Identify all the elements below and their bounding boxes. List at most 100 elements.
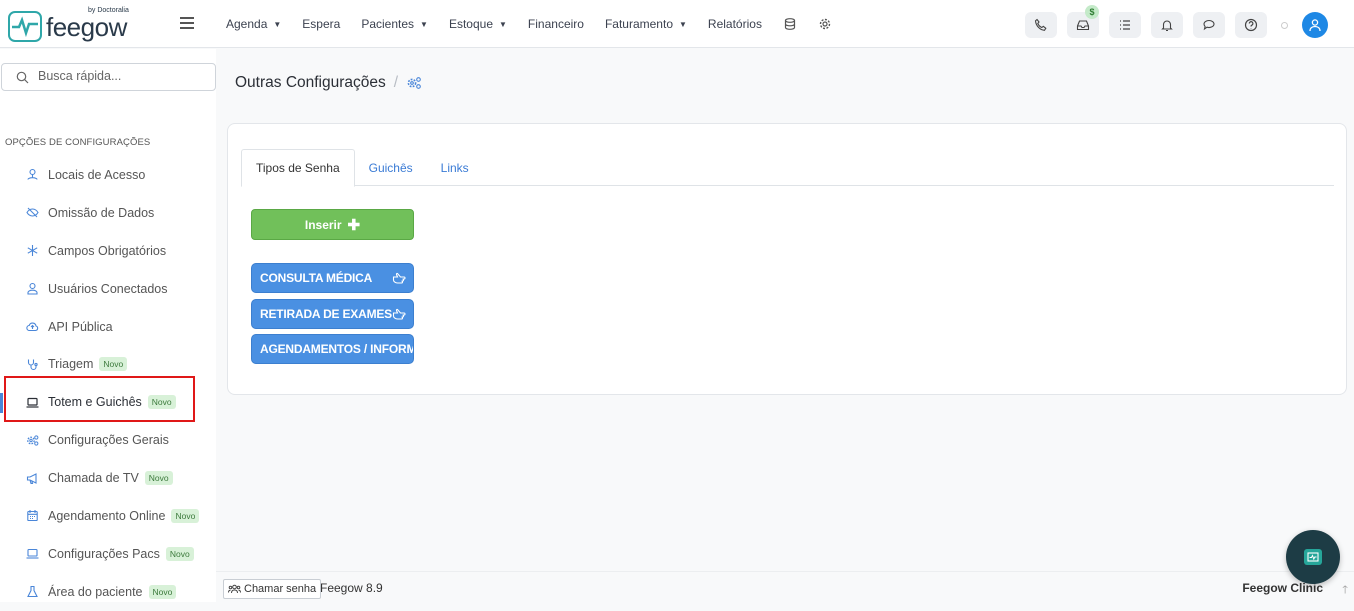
tab-guiches[interactable]: Guichês — [355, 149, 427, 186]
sidebar-section-title: OPÇÕES DE CONFIGURAÇÕES — [5, 137, 151, 148]
sidebar-item-chamada-de-tv[interactable]: Chamada de TV Novo — [0, 459, 216, 497]
nav-item-pacientes[interactable]: Pacientes ▼ — [361, 17, 428, 31]
sidebar-item-usuarios-conectados[interactable]: Usuários Conectados — [0, 270, 216, 308]
breadcrumb-separator: / — [393, 74, 399, 91]
insert-button-label: Inserir — [304, 217, 342, 232]
stethoscope-icon — [27, 359, 38, 370]
sidebar-item-label: Agendamento Online — [48, 508, 166, 523]
nav-label: Financeiro — [527, 17, 584, 31]
top-navbar: feegow by Doctoralia Agenda ▼ Espera Paci… — [0, 0, 1354, 48]
nav-label: Relatórios — [707, 17, 762, 31]
phone-icon[interactable] — [1025, 12, 1057, 38]
caret-down-icon: ▼ — [420, 19, 428, 29]
arrow-up-icon[interactable]: 🡑 — [1342, 581, 1348, 600]
toolbar: $ — [1015, 5, 1328, 38]
sidebar-item-campos-obrigatorios[interactable]: Campos Obrigatórios — [0, 232, 216, 270]
nav-label: Espera — [302, 17, 341, 31]
nav-item-agenda[interactable]: Agenda ▼ — [226, 17, 281, 31]
gears-icon[interactable] — [406, 76, 422, 90]
nav-label: Faturamento — [604, 17, 673, 31]
nav-item-relatorios[interactable]: Relatórios — [708, 17, 762, 31]
novo-badge: Novo — [171, 508, 200, 523]
monitor-icon — [1304, 549, 1322, 565]
feegow-logo[interactable]: feegow by Doctoralia — [8, 7, 129, 42]
chamar-senha-label: Chamar senha — [244, 583, 317, 595]
footer: Chamar senha Feegow 8.9 Feegow Clinic 🡑 — [216, 571, 1354, 602]
feegow-logo-mark — [8, 10, 42, 42]
asterisk-icon — [27, 245, 38, 257]
cloud-upload-icon — [26, 322, 39, 332]
tipo-senha-button[interactable]: RETIRADA DE EXAMES — [251, 299, 414, 329]
nav-item-faturamento[interactable]: Faturamento ▼ — [605, 17, 687, 31]
support-fab[interactable] — [1286, 530, 1340, 584]
calendar-icon — [27, 510, 38, 522]
sidebar-item-configuracoes-pacs[interactable]: Configurações Pacs Novo — [0, 535, 216, 573]
bell-icon[interactable] — [1151, 12, 1183, 38]
tab-bar: Tipos de Senha Guichês Links — [241, 149, 1334, 187]
caret-down-icon: ▼ — [679, 19, 687, 29]
tipo-senha-button[interactable]: AGENDAMENTOS / INFORMAÇÕES — [251, 334, 414, 364]
sidebar-item-configuracoes-gerais[interactable]: Configurações Gerais — [0, 421, 216, 459]
nav-label: Estoque — [448, 17, 493, 31]
sidebar-item-label: Locais de Acesso — [48, 167, 146, 182]
search-icon — [16, 71, 29, 84]
sidebar-item-label: Configurações Pacs — [48, 546, 160, 561]
novo-badge: Novo — [148, 584, 177, 599]
chamar-senha-button[interactable]: Chamar senha — [223, 579, 322, 599]
tipo-senha-button[interactable]: CONSULTA MÉDICA — [251, 263, 414, 293]
sidebar-item-label: Chamada de TV — [48, 471, 139, 486]
checklist-icon[interactable] — [1109, 12, 1141, 38]
nav-item-financeiro[interactable]: Financeiro — [528, 17, 584, 31]
breadcrumb: Outras Configurações / — [235, 74, 422, 92]
sidebar-item-api-publica[interactable]: API Pública — [0, 308, 216, 346]
sidebar-item-label: Triagem — [48, 357, 94, 372]
flask-icon — [27, 586, 38, 598]
chat-icon[interactable] — [1193, 12, 1225, 38]
pointing-hand-icon — [392, 308, 406, 320]
brand-name: feegow — [46, 11, 127, 42]
user-icon — [27, 283, 38, 295]
nav-label: Agenda — [226, 17, 268, 31]
billing-badge: $ — [1085, 5, 1099, 19]
inbox-icon[interactable]: $ — [1067, 5, 1099, 38]
novo-badge: Novo — [165, 546, 194, 561]
novo-badge: Novo — [99, 357, 128, 372]
user-avatar[interactable] — [1302, 12, 1328, 38]
nav-item-estoque[interactable]: Estoque ▼ — [449, 17, 507, 31]
nav-item-espera[interactable]: Espera — [302, 17, 340, 31]
settings-sidebar: OPÇÕES DE CONFIGURAÇÕES Locais de Acesso… — [0, 49, 216, 602]
sidebar-item-label: Campos Obrigatórios — [48, 243, 167, 258]
help-icon[interactable] — [1235, 12, 1267, 38]
sidebar-item-locais-de-acesso[interactable]: Locais de Acesso — [0, 156, 216, 194]
sidebar-item-area-do-paciente[interactable]: Área do paciente Novo — [0, 573, 216, 611]
tab-tipos-de-senha[interactable]: Tipos de Senha — [241, 149, 355, 187]
menu-toggle-icon[interactable] — [180, 17, 194, 29]
gears-icon — [27, 435, 39, 446]
sidebar-item-label: Usuários Conectados — [48, 281, 168, 296]
tipo-senha-label: CONSULTA MÉDICA — [260, 271, 373, 285]
plus-icon: ✚ — [347, 216, 361, 234]
quick-search-input[interactable] — [38, 69, 208, 83]
sidebar-item-omissao-de-dados[interactable]: Omissão de Dados — [0, 194, 216, 232]
novo-badge: Novo — [144, 471, 173, 486]
gear-icon[interactable] — [818, 17, 832, 31]
megaphone-icon — [26, 472, 37, 484]
status-dot-icon — [1281, 21, 1288, 29]
caret-down-icon: ▼ — [273, 19, 282, 29]
sidebar-item-label: Omissão de Dados — [48, 205, 155, 220]
insert-button[interactable]: Inserir ✚ — [251, 209, 414, 240]
sidebar-item-label: Configurações Gerais — [48, 433, 169, 448]
sidebar-item-agendamento-online[interactable]: Agendamento Online Novo — [0, 497, 216, 535]
database-icon[interactable] — [783, 17, 797, 31]
tipo-senha-label: AGENDAMENTOS / INFORMAÇÕES — [260, 342, 413, 356]
laptop-icon — [26, 549, 39, 559]
config-card: Tipos de Senha Guichês Links Inserir ✚ C… — [227, 123, 1347, 395]
eye-off-icon — [26, 207, 39, 218]
quick-search[interactable] — [1, 63, 216, 91]
sidebar-item-label: API Pública — [48, 319, 113, 334]
sidebar-item-label: Área do paciente — [48, 584, 143, 599]
page-title: Outras Configurações — [235, 74, 386, 91]
tab-links[interactable]: Links — [427, 149, 483, 186]
brand-byline: by Doctoralia — [88, 7, 129, 14]
location-icon — [27, 169, 38, 181]
